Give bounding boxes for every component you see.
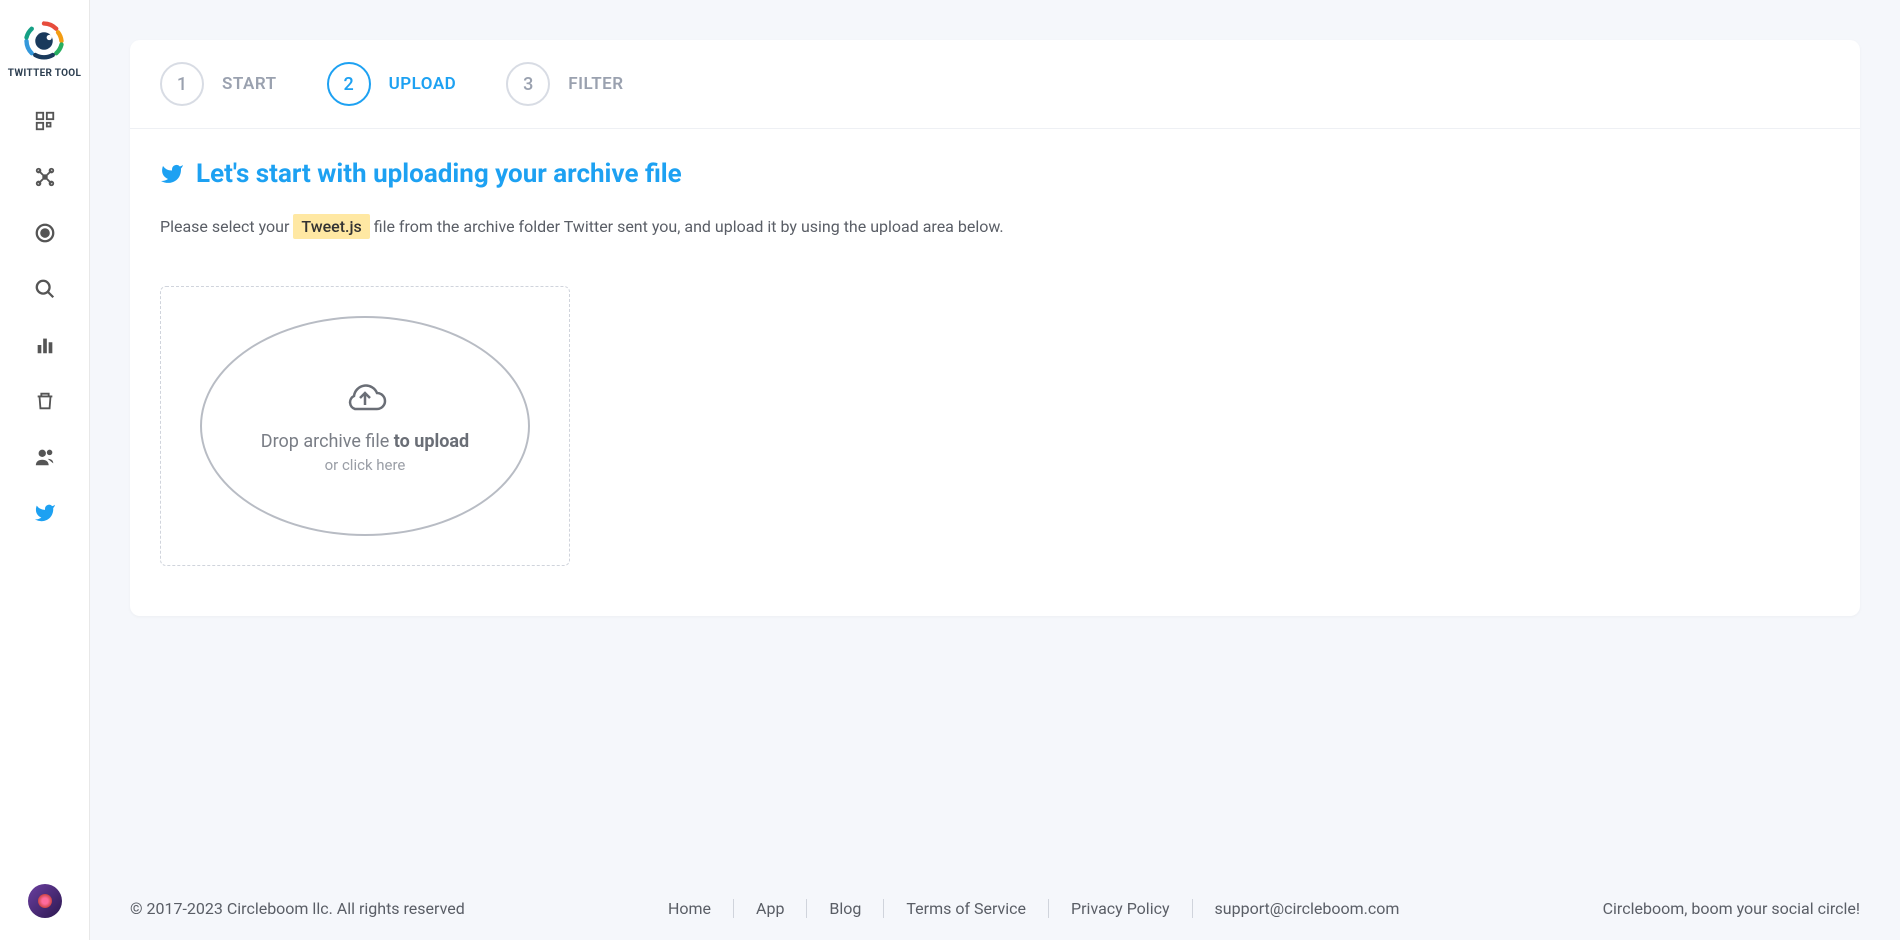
nav-analytics-icon[interactable] [33,333,57,357]
copyright-text: © 2017-2023 Circleboom llc. All rights r… [130,899,465,918]
card-body: Let's start with uploading your archive … [130,129,1860,616]
step-number: 1 [160,62,204,106]
dropzone-secondary-text: or click here [325,456,406,474]
twitter-bird-icon [160,162,184,186]
footer-links: Home App Blog Terms of Service Privacy P… [646,899,1421,918]
page-footer: © 2017-2023 Circleboom llc. All rights r… [90,877,1900,940]
nav-twitter-icon[interactable] [33,501,57,525]
step-start[interactable]: 1 START [160,62,277,106]
footer-tagline: Circleboom, boom your social circle! [1603,899,1860,918]
footer-link-blog[interactable]: Blog [807,899,884,918]
nav-dashboard-icon[interactable] [33,109,57,133]
logo[interactable]: TWITTER TOOL [8,20,81,79]
step-filter[interactable]: 3 FILTER [506,62,623,106]
footer-link-home[interactable]: Home [646,899,734,918]
instruction-text: Please select your Tweet.js file from th… [160,217,1830,236]
nav-search-icon[interactable] [33,277,57,301]
step-label: START [222,74,277,94]
nav-target-icon[interactable] [33,221,57,245]
footer-link-app[interactable]: App [734,899,807,918]
nav-trash-icon[interactable] [33,389,57,413]
page-heading: Let's start with uploading your archive … [160,159,1830,189]
footer-link-support[interactable]: support@circleboom.com [1193,899,1422,918]
step-number: 3 [506,62,550,106]
step-label: FILTER [568,74,623,94]
sidebar-nav [0,109,89,525]
cloud-upload-icon [341,379,389,417]
file-dropzone[interactable]: Drop archive file to upload or click her… [200,316,530,536]
sidebar: TWITTER TOOL [0,0,90,940]
dropzone-container: Drop archive file to upload or click her… [160,286,570,566]
step-number: 2 [327,62,371,106]
upload-card: 1 START 2 UPLOAD 3 FILTER Let's start wi… [130,40,1860,616]
footer-link-privacy[interactable]: Privacy Policy [1049,899,1193,918]
user-avatar[interactable] [28,884,62,918]
stepper: 1 START 2 UPLOAD 3 FILTER [130,40,1860,129]
heading-text: Let's start with uploading your archive … [196,159,682,189]
nav-people-icon[interactable] [33,445,57,469]
dropzone-primary-text: Drop archive file to upload [261,431,469,452]
filename-highlight: Tweet.js [293,214,369,239]
brand-logo-icon [23,20,65,62]
step-label: UPLOAD [389,74,457,94]
main-content: 1 START 2 UPLOAD 3 FILTER Let's start wi… [90,0,1900,940]
step-upload[interactable]: 2 UPLOAD [327,62,457,106]
nav-network-icon[interactable] [33,165,57,189]
footer-link-tos[interactable]: Terms of Service [884,899,1049,918]
brand-name: TWITTER TOOL [8,68,81,79]
